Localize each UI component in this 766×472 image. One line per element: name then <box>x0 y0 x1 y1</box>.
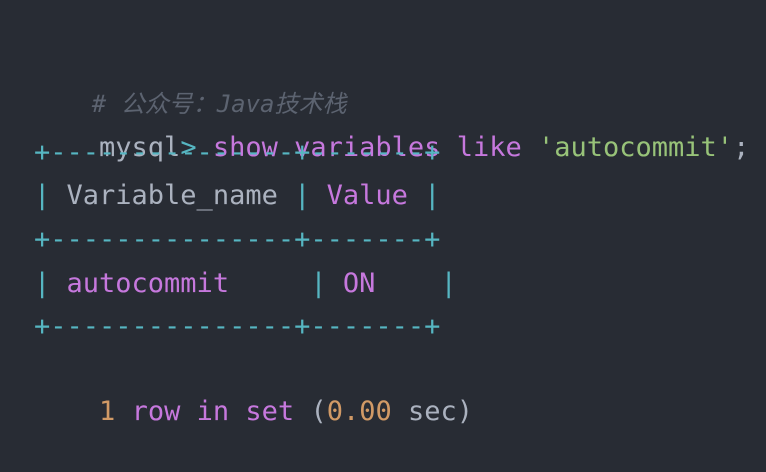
separator-text: +---------------+-------+ <box>34 224 441 255</box>
table-separator-bottom: +---------------+-------+ <box>34 307 440 347</box>
table-separator-mid: +---------------+-------+ <box>34 220 440 260</box>
keyword-like: like <box>456 132 522 163</box>
cell-value: ON <box>342 268 376 299</box>
result-word-set: set <box>245 396 295 427</box>
result-word-in: in <box>196 396 230 427</box>
table-separator-top: +---------------+-------+ <box>34 133 440 173</box>
result-word-row: row <box>131 396 181 427</box>
table-header-row: | Variable_name | Value | <box>34 180 441 211</box>
close-paren: ) <box>456 396 474 427</box>
command-line: mysql> show variables like 'autocommit'; <box>34 88 749 163</box>
row-count: 1 <box>99 396 116 427</box>
time-unit: sec <box>408 396 457 427</box>
statement-terminator: ; <box>733 132 750 163</box>
header-value: Value <box>326 180 408 211</box>
open-paren: ( <box>310 396 327 427</box>
table-row: | autocommit | ON | <box>34 268 457 299</box>
separator-text: +---------------+-------+ <box>34 311 441 342</box>
terminal-window: # 公众号：Java技术栈 mysql> show variables like… <box>0 0 766 440</box>
header-variable-name: Variable_name <box>66 180 278 211</box>
cell-variable-name: autocommit <box>66 268 230 299</box>
comment-line: # 公众号：Java技术栈 <box>34 44 347 118</box>
result-summary: 1 row in set (0.00 sec) <box>34 352 473 427</box>
execution-time: 0.00 <box>326 396 392 427</box>
string-literal: 'autocommit' <box>538 132 734 163</box>
separator-text: +---------------+-------+ <box>34 137 441 168</box>
